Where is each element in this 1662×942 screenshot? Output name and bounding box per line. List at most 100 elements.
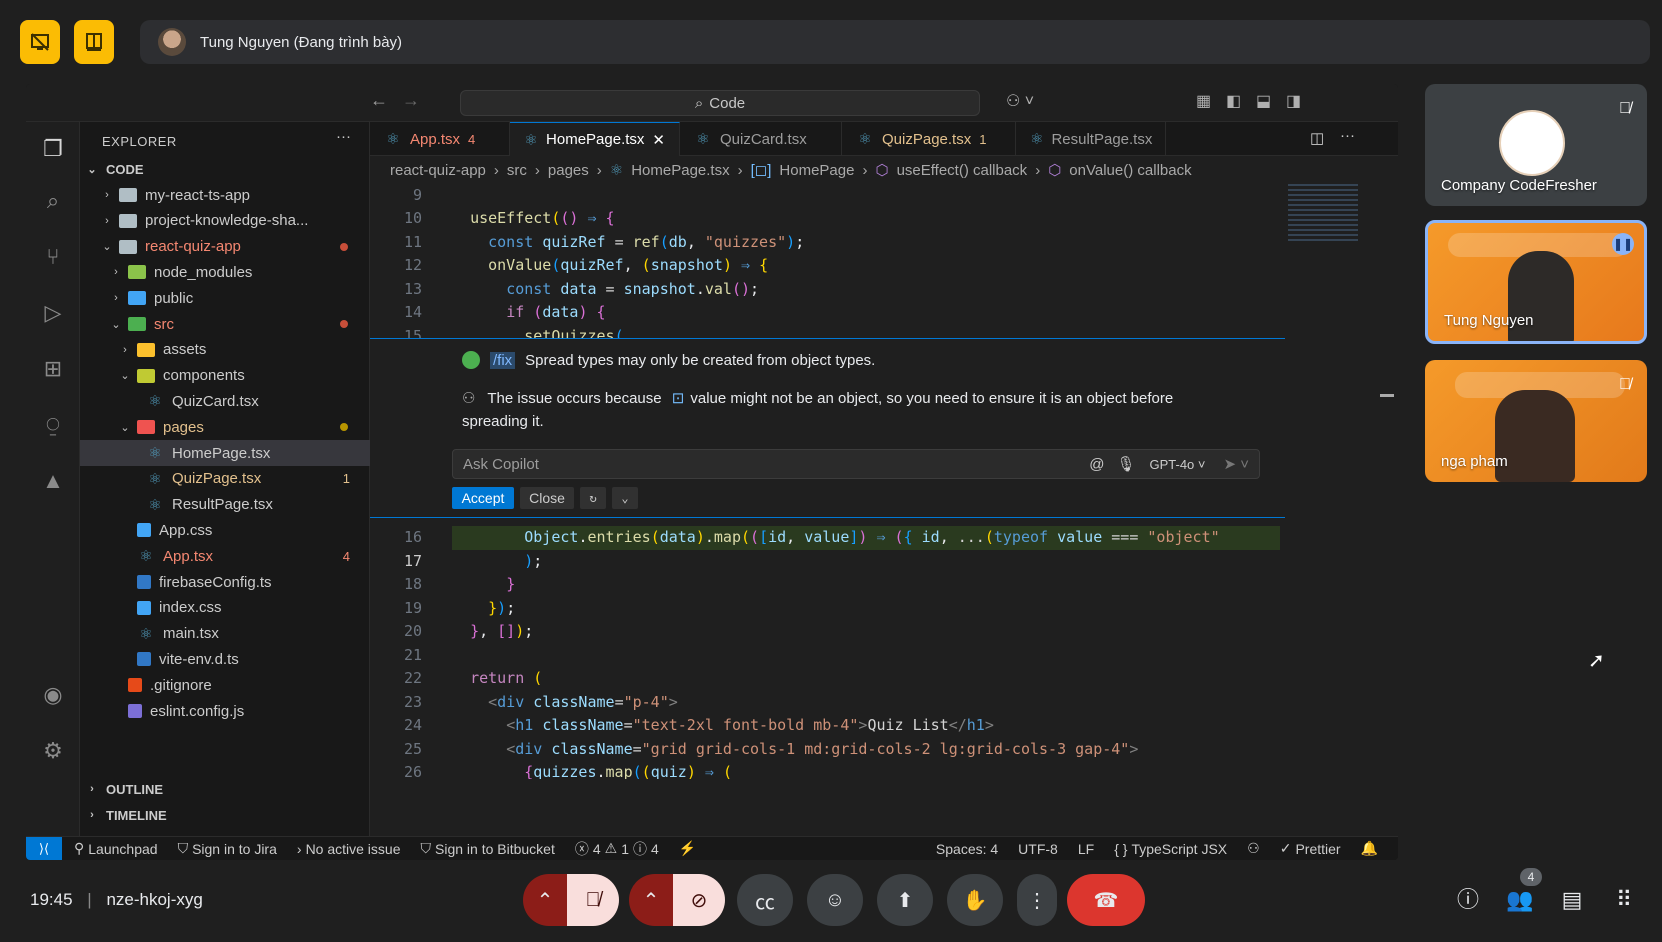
minimap[interactable] [1288, 184, 1358, 244]
more-actions-icon[interactable]: ··· [336, 128, 351, 145]
raise-hand-button[interactable]: ✋ [947, 874, 1003, 926]
tree-file[interactable]: ⚛ HomePage.tsx [80, 440, 370, 466]
plug-icon[interactable]: ⚡ [679, 840, 696, 857]
search-icon[interactable]: ⌕ [40, 188, 66, 214]
accept-button[interactable]: Accept [452, 487, 514, 509]
tree-folder[interactable]: › assets [80, 337, 370, 363]
send-icon[interactable]: ➤ ˅ [1224, 455, 1250, 473]
microphone-icon[interactable]: 🎙 [1116, 455, 1135, 473]
activities-icon[interactable]: ⠿ [1608, 884, 1640, 916]
spaces-status[interactable]: Spaces: 4 [936, 841, 998, 857]
tab-homepage-tsx[interactable]: ⚛ HomePage.tsx ✕ [510, 122, 680, 156]
jira-status[interactable]: ⛉ Sign in to Jira [178, 840, 277, 857]
tree-file[interactable]: ⚛ QuizPage.tsx 1 [80, 466, 370, 492]
breadcrumb-item[interactable]: HomePage [779, 162, 854, 179]
launchpad-status[interactable]: ⚲ Launchpad [74, 840, 158, 857]
source-control-icon[interactable]: ⑂ [40, 244, 66, 270]
tree-file[interactable]: firebaseConfig.ts [80, 569, 370, 595]
accounts-icon[interactable]: ◉ [40, 682, 66, 708]
forward-arrow-icon[interactable]: → [402, 90, 420, 111]
tree-file[interactable]: vite-env.d.ts [80, 646, 370, 672]
split-editor-icon[interactable]: ◫ [1310, 129, 1324, 147]
issue-status[interactable]: › No active issue [297, 841, 401, 857]
tree-file[interactable]: ⚛ QuizCard.tsx [80, 388, 370, 414]
participant-tile[interactable]: 🎙̸ nga pham [1425, 360, 1647, 482]
tree-folder[interactable]: › public [80, 285, 370, 311]
gear-icon[interactable]: ⚙ [40, 738, 66, 764]
people-icon[interactable]: 👥 [1504, 884, 1536, 916]
breadcrumb-item[interactable]: useEffect() callback [897, 162, 1028, 179]
breadcrumb-item[interactable]: react-quiz-app [390, 162, 486, 179]
meeting-details-icon[interactable]: ⓘ [1452, 884, 1484, 916]
tab-resultpage-tsx[interactable]: ⚛ ResultPage.tsx [1016, 122, 1166, 156]
tree-file[interactable]: ⚛ main.tsx [80, 621, 370, 647]
microphone-toggle-button[interactable]: 🎙̸ [567, 874, 619, 926]
extensions-icon[interactable]: ⊞ [40, 356, 66, 382]
toggle-panel-icon[interactable]: ⬓ [1256, 91, 1271, 111]
explorer-files-icon[interactable]: ❐ [40, 136, 66, 162]
toggle-secondary-sidebar-icon[interactable]: ◨ [1286, 91, 1301, 111]
copilot-icon[interactable]: ⚇ ˅ [1006, 91, 1034, 111]
participant-tile-speaking[interactable]: ❚❚ Tung Nguyen [1425, 220, 1647, 344]
tree-folder[interactable]: ⌄ src [80, 311, 370, 337]
camera-toggle-button[interactable]: ⊘ [673, 874, 725, 926]
close-button[interactable]: Close [520, 487, 574, 509]
video-options-button[interactable]: ⌃ [629, 874, 673, 926]
tree-file[interactable]: eslint.config.js [80, 698, 370, 724]
back-arrow-icon[interactable]: ← [370, 90, 388, 111]
encoding-status[interactable]: UTF-8 [1018, 841, 1058, 857]
rerun-icon[interactable]: ↻ [580, 487, 606, 509]
tab-quizcard-tsx[interactable]: ⚛ QuizCard.tsx [680, 122, 842, 156]
tree-folder[interactable]: ⌄ pages [80, 414, 370, 440]
timeline-section[interactable]: › TIMELINE [80, 802, 370, 828]
tree-file[interactable]: index.css [80, 595, 370, 621]
chevron-down-icon[interactable]: ⌄ [612, 487, 638, 509]
symbol-reference[interactable]: value [690, 390, 726, 407]
scrollbar[interactable] [1380, 184, 1394, 779]
tree-folder[interactable]: ⌄ components [80, 363, 370, 389]
tree-folder[interactable]: › project-knowledge-sha... [80, 208, 370, 234]
tab-app-tsx[interactable]: ⚛ App.tsx 4 [370, 122, 510, 156]
copilot-status-icon[interactable]: ⚇ [1247, 840, 1260, 857]
git-graph-icon[interactable]: ⍜ [40, 412, 66, 438]
remote-indicator-icon[interactable]: ⟩⟨ [26, 836, 62, 860]
audio-options-button[interactable]: ⌃ [523, 874, 567, 926]
chat-icon[interactable]: ▤ [1556, 884, 1588, 916]
participant-tile[interactable]: 🎙̸ Company CodeFresher [1425, 84, 1647, 206]
presentation-layout-button[interactable] [20, 20, 60, 64]
breadcrumb-item[interactable]: HomePage.tsx [631, 162, 729, 179]
tree-folder[interactable]: › my-react-ts-app [80, 182, 370, 208]
close-icon[interactable]: ✕ [652, 131, 665, 149]
presentation-control-button[interactable] [74, 20, 114, 64]
reactions-button[interactable]: ☺ [807, 874, 863, 926]
prettier-status[interactable]: ✓ Prettier [1280, 840, 1341, 857]
eol-status[interactable]: LF [1078, 841, 1094, 857]
mention-icon[interactable]: @ [1089, 456, 1104, 473]
leave-call-button[interactable]: ☎ [1067, 874, 1145, 926]
outline-section[interactable]: › OUTLINE [80, 776, 370, 802]
tree-file[interactable]: ⚛ App.tsx 4 [80, 543, 370, 569]
captions-button[interactable]: ㏄ [737, 874, 793, 926]
explorer-section-code[interactable]: ⌄ CODE [80, 156, 370, 182]
tree-file[interactable]: ⚛ ResultPage.tsx [80, 492, 370, 518]
ask-copilot-input[interactable]: Ask Copilot @ 🎙 GPT-4o ˅ ➤ ˅ [452, 449, 1260, 479]
toggle-sidebar-icon[interactable]: ◧ [1226, 91, 1241, 111]
tree-file[interactable]: App.css [80, 517, 370, 543]
problems-status[interactable]: ⓧ 4 ⚠ 1 ⓘ 4 [575, 839, 659, 859]
bell-icon[interactable]: 🔔 [1361, 840, 1378, 857]
model-picker[interactable]: GPT-4o ˅ [1149, 457, 1205, 472]
breadcrumb-item[interactable]: pages [548, 162, 589, 179]
command-center-search[interactable]: ⌕ Code [460, 90, 980, 116]
atlassian-icon[interactable]: ▲ [40, 468, 66, 494]
language-status[interactable]: { } TypeScript JSX [1114, 841, 1227, 857]
more-actions-icon[interactable]: ··· [1340, 127, 1355, 144]
customize-layout-icon[interactable]: ▦ [1196, 91, 1211, 111]
present-screen-button[interactable]: ⬆ [877, 874, 933, 926]
tab-quizpage-tsx[interactable]: ⚛ QuizPage.tsx 1 [842, 122, 1016, 156]
run-debug-icon[interactable]: ▷ [40, 300, 66, 326]
code-editor[interactable]: 9 10 useEffect(() ⇒ { 11 const quizRef =… [370, 184, 1398, 836]
tree-file[interactable]: .gitignore [80, 672, 370, 698]
breadcrumb-item[interactable]: src [507, 162, 527, 179]
more-options-button[interactable]: ⋮ [1017, 874, 1057, 926]
tree-folder[interactable]: › node_modules [80, 259, 370, 285]
